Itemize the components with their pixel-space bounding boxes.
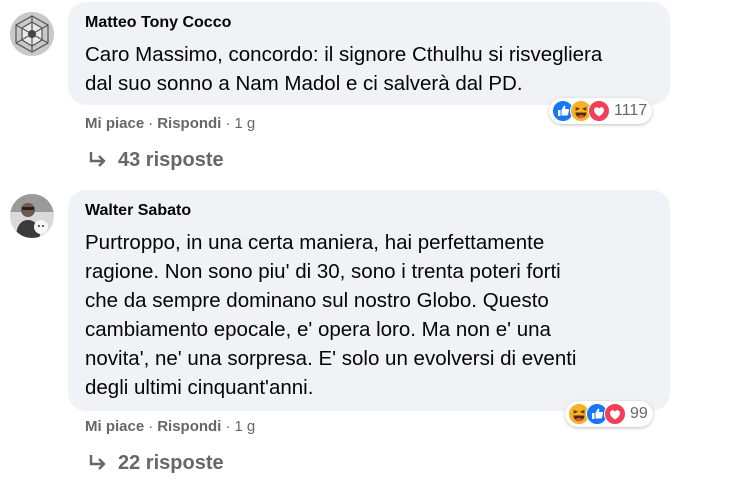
reply-button[interactable]: Rispondi	[157, 418, 221, 435]
separator: ·	[148, 115, 154, 132]
reaction-summary[interactable]: 99	[565, 401, 653, 427]
comment-bubble: Matteo Tony Cocco Caro Massimo, concordo…	[68, 2, 670, 105]
like-button[interactable]: Mi piace	[85, 418, 144, 435]
reply-arrow-icon	[89, 455, 106, 470]
reply-arrow-icon	[89, 152, 106, 167]
comment-text-line: Caro Massimo, concordo: il signore Cthul…	[85, 43, 603, 66]
comment-text-line: che da sempre dominano sul nostro Globo.…	[85, 289, 549, 312]
reply-button[interactable]: Rispondi	[157, 115, 221, 132]
comment-text-line: cambiamento epocale, e' opera loro. Ma n…	[85, 318, 551, 341]
separator: ·	[225, 115, 231, 132]
avatar[interactable]	[10, 12, 54, 56]
comment-text-line: Purtroppo, in una certa maniera, hai per…	[85, 231, 545, 254]
comment-text-line: ragione. Non sono piu' di 30, sono i tre…	[85, 260, 561, 283]
replies-count: 22 risposte	[118, 452, 224, 474]
comment-actions: Mi piace · Rispondi · 1 g	[85, 418, 255, 435]
reaction-count: 99	[630, 405, 648, 422]
comment-timestamp[interactable]: 1 g	[234, 418, 255, 435]
view-replies-link[interactable]: 22 risposte	[88, 452, 224, 475]
like-button[interactable]: Mi piace	[85, 115, 144, 132]
comment-text-line: novita', ne' una sorpresa. E' solo un ev…	[85, 347, 577, 370]
view-replies-link[interactable]: 43 risposte	[88, 149, 224, 172]
comment-text-line: dal suo sonno a Nam Madol e ci salverà d…	[85, 72, 523, 95]
avatar[interactable]	[10, 194, 54, 238]
comment-author[interactable]: Walter Sabato	[85, 202, 191, 220]
comment-text-line: degli ultimi cinquant'anni.	[85, 376, 314, 399]
replies-count: 43 risposte	[118, 149, 224, 171]
love-icon	[588, 100, 610, 122]
separator: ·	[148, 418, 154, 435]
comment-author[interactable]: Matteo Tony Cocco	[85, 14, 231, 32]
love-icon	[604, 403, 626, 425]
reaction-icons	[552, 100, 610, 122]
reaction-count: 1117	[614, 102, 648, 119]
comment-actions: Mi piace · Rispondi · 1 g	[85, 115, 255, 132]
separator: ·	[225, 418, 231, 435]
comment-bubble: Walter Sabato Purtroppo, in una certa ma…	[68, 190, 670, 411]
reaction-summary[interactable]: 1117	[549, 98, 653, 124]
comment-timestamp[interactable]: 1 g	[234, 115, 255, 132]
reaction-icons	[568, 403, 626, 425]
